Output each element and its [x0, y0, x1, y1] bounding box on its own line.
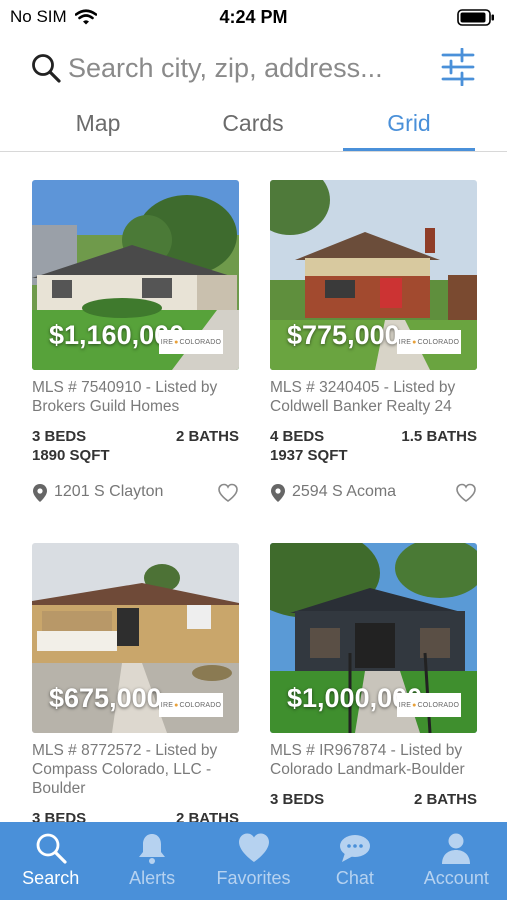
filter-sliders-icon[interactable]	[441, 48, 475, 86]
listing-card[interactable]: $675,000 IRE ● COLORADO MLS # 8772572 - Li…	[32, 543, 239, 828]
search-input[interactable]	[68, 48, 428, 88]
listing-price: $675,000	[49, 683, 162, 713]
listing-sqft: 1890 SQFT	[32, 447, 110, 464]
ire-colorado-logo: IRE ● COLORADO	[159, 693, 223, 717]
active-tab-indicator	[343, 148, 475, 151]
search-icon	[32, 54, 61, 83]
listing-baths: 1.5 BATHS	[401, 428, 477, 445]
listing-card[interactable]: $1,000,000 IRE ● COLORADO MLS # IR967874 -…	[270, 543, 477, 809]
view-tabs: Map Cards Grid	[0, 102, 507, 152]
listing-specs: 4 BEDS 1.5 BATHS 1937 SQFT	[270, 427, 477, 465]
listing-specs: 3 BEDS 2 BATHS 1890 SQFT	[32, 427, 239, 465]
nav-account-label: Account	[423, 868, 489, 888]
heart-icon	[238, 833, 269, 862]
heart-favorite-icon[interactable]	[455, 482, 477, 504]
status-time: 4:24 PM	[219, 7, 288, 27]
location-pin-icon	[33, 484, 47, 502]
tab-cards[interactable]: Cards	[188, 110, 318, 137]
nav-account[interactable]: Account	[406, 822, 507, 900]
listing-card[interactable]: $775,000 IRE ● COLORADO MLS # 3240405 - Li…	[270, 180, 477, 506]
search-bar	[0, 44, 507, 94]
nav-alerts[interactable]: Alerts	[101, 822, 202, 900]
bottom-tab-bar: Search Alerts Favorites Chat Account	[0, 822, 507, 900]
listing-photo[interactable]: $1,000,000 IRE ● COLORADO	[270, 543, 477, 733]
listing-photo[interactable]: $1,160,000 IRE ● COLORADO	[32, 180, 239, 370]
nav-chat-label: Chat	[335, 868, 374, 888]
listing-price: $775,000	[287, 320, 400, 350]
bell-icon	[139, 834, 166, 864]
battery-icon	[457, 9, 494, 26]
listing-photo[interactable]: $775,000 IRE ● COLORADO	[270, 180, 477, 370]
status-bar: No SIM 4:24 PM	[0, 0, 507, 34]
listing-baths: 2 BATHS	[413, 791, 477, 808]
person-icon	[442, 833, 471, 864]
listing-baths: 2 BATHS	[175, 428, 239, 445]
nav-alerts-label: Alerts	[129, 868, 176, 888]
nav-search-label: Search	[22, 868, 80, 888]
listing-address-row: 1201 S Clayton	[32, 482, 239, 506]
listing-mls: MLS # 7540910 - Listed by Brokers Guild …	[32, 379, 218, 415]
nav-favorites-label: Favorites	[216, 868, 291, 888]
location-pin-icon	[271, 484, 285, 502]
heart-favorite-icon[interactable]	[217, 482, 239, 504]
listing-address: 2594 S Acoma	[292, 483, 397, 500]
listing-mls: MLS # 3240405 - Listed by Coldwell Banke…	[270, 379, 456, 415]
tab-map[interactable]: Map	[33, 110, 163, 137]
nav-favorites[interactable]: Favorites	[203, 822, 304, 900]
listing-address-row: 2594 S Acoma	[270, 482, 477, 506]
nav-chat[interactable]: Chat	[304, 822, 405, 900]
tab-grid[interactable]: Grid	[344, 110, 474, 137]
chat-bubble-icon	[339, 835, 370, 862]
listing-mls: MLS # 8772572 - Listed by Compass Colora…	[32, 742, 218, 797]
ire-colorado-logo: IRE ● COLORADO	[397, 693, 461, 717]
search-icon	[36, 833, 67, 864]
listing-mls: MLS # IR967874 - Listed by Colorado Land…	[270, 742, 465, 778]
listing-specs: 3 BEDS 2 BATHS	[270, 790, 477, 809]
listing-photo[interactable]: $675,000 IRE ● COLORADO	[32, 543, 239, 733]
listing-address: 1201 S Clayton	[54, 483, 164, 500]
nav-search[interactable]: Search	[0, 822, 101, 900]
listing-sqft: 1937 SQFT	[270, 447, 348, 464]
listing-card[interactable]: $1,160,000 IRE ● COLORADO MLS # 7540910 - …	[32, 180, 239, 506]
ire-colorado-logo: IRE ● COLORADO	[159, 330, 223, 354]
ire-colorado-logo: IRE ● COLORADO	[397, 330, 461, 354]
